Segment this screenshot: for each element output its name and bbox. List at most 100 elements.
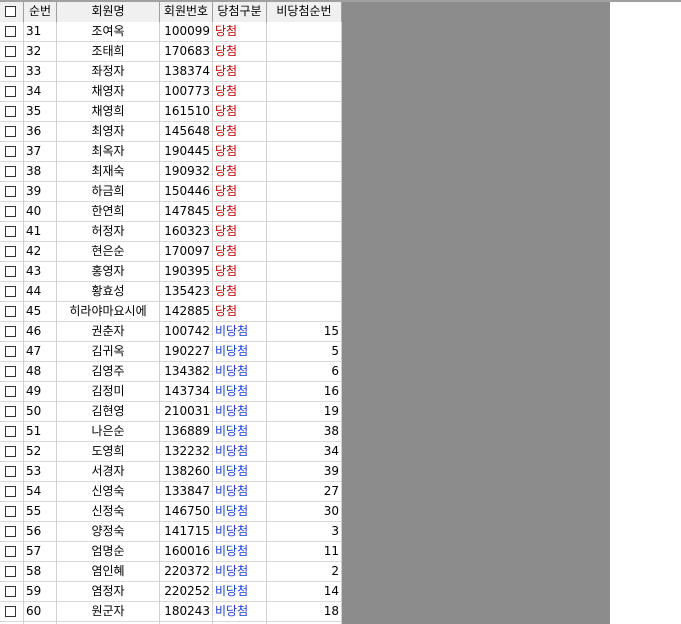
row-checkbox[interactable] (5, 26, 16, 37)
table-row[interactable]: 38 최재숙 190932 당첨 (0, 162, 342, 182)
row-select-cell[interactable] (0, 442, 24, 462)
table-row[interactable]: 51 나은순 136889 비당첨 38 (0, 422, 342, 442)
row-select-cell[interactable] (0, 82, 24, 102)
table-row[interactable]: 41 허정자 160323 당첨 (0, 222, 342, 242)
row-select-cell[interactable] (0, 362, 24, 382)
member-lottery-grid[interactable]: 순번 회원명 회원번호 당첨구분 비당첨순번 31 조여옥 100099 당첨 32 조태… (0, 2, 342, 624)
row-checkbox[interactable] (5, 606, 16, 617)
row-select-cell[interactable] (0, 22, 24, 42)
table-row[interactable]: 53 서경자 138260 비당첨 39 (0, 462, 342, 482)
table-row[interactable]: 36 최영자 145648 당첨 (0, 122, 342, 142)
row-checkbox[interactable] (5, 526, 16, 537)
table-row[interactable]: 49 김정미 143734 비당첨 16 (0, 382, 342, 402)
row-select-cell[interactable] (0, 122, 24, 142)
table-row[interactable]: 50 김현영 210031 비당첨 19 (0, 402, 342, 422)
row-checkbox[interactable] (5, 366, 16, 377)
row-checkbox[interactable] (5, 586, 16, 597)
row-select-cell[interactable] (0, 422, 24, 442)
row-select-cell[interactable] (0, 482, 24, 502)
row-select-cell[interactable] (0, 302, 24, 322)
row-checkbox[interactable] (5, 506, 16, 517)
row-checkbox[interactable] (5, 466, 16, 477)
row-select-cell[interactable] (0, 342, 24, 362)
table-row[interactable]: 45 히라야마요시에 142885 당첨 (0, 302, 342, 322)
table-row[interactable]: 34 채영자 100773 당첨 (0, 82, 342, 102)
row-select-cell[interactable] (0, 202, 24, 222)
row-select-cell[interactable] (0, 162, 24, 182)
table-row[interactable]: 55 신정숙 146750 비당첨 30 (0, 502, 342, 522)
row-checkbox[interactable] (5, 566, 16, 577)
row-select-cell[interactable] (0, 402, 24, 422)
row-checkbox[interactable] (5, 426, 16, 437)
row-checkbox[interactable] (5, 266, 16, 277)
row-checkbox[interactable] (5, 406, 16, 417)
row-checkbox[interactable] (5, 106, 16, 117)
row-select-cell[interactable] (0, 522, 24, 542)
row-checkbox[interactable] (5, 186, 16, 197)
table-row[interactable]: 42 현은순 170097 당첨 (0, 242, 342, 262)
table-row[interactable]: 60 원군자 180243 비당첨 18 (0, 602, 342, 622)
table-row[interactable]: 33 좌정자 138374 당첨 (0, 62, 342, 82)
row-checkbox[interactable] (5, 306, 16, 317)
result-cell: 당첨 (213, 262, 267, 282)
table-row[interactable]: 39 하금희 150446 당첨 (0, 182, 342, 202)
row-select-cell[interactable] (0, 182, 24, 202)
table-row[interactable]: 43 홍영자 190395 당첨 (0, 262, 342, 282)
row-checkbox[interactable] (5, 386, 16, 397)
row-checkbox[interactable] (5, 66, 16, 77)
row-checkbox[interactable] (5, 326, 16, 337)
row-select-cell[interactable] (0, 62, 24, 82)
row-checkbox[interactable] (5, 486, 16, 497)
table-row[interactable]: 46 권춘자 100742 비당첨 15 (0, 322, 342, 342)
row-select-cell[interactable] (0, 282, 24, 302)
row-select-cell[interactable] (0, 322, 24, 342)
table-row[interactable]: 32 조태희 170683 당첨 (0, 42, 342, 62)
table-row[interactable]: 54 신영숙 133847 비당첨 27 (0, 482, 342, 502)
row-select-cell[interactable] (0, 382, 24, 402)
row-checkbox[interactable] (5, 546, 16, 557)
row-select-cell[interactable] (0, 242, 24, 262)
row-select-cell[interactable] (0, 42, 24, 62)
row-select-cell[interactable] (0, 262, 24, 282)
table-row[interactable]: 37 최옥자 190445 당첨 (0, 142, 342, 162)
row-select-cell[interactable] (0, 602, 24, 622)
seq-cell: 33 (24, 62, 57, 82)
row-select-cell[interactable] (0, 462, 24, 482)
row-select-cell[interactable] (0, 502, 24, 522)
row-select-cell[interactable] (0, 562, 24, 582)
select-all-checkbox[interactable] (5, 6, 16, 17)
table-row[interactable]: 35 채영희 161510 당첨 (0, 102, 342, 122)
header-member-no[interactable]: 회원번호 (160, 2, 213, 22)
table-row[interactable]: 57 엄명순 160016 비당첨 11 (0, 542, 342, 562)
row-checkbox[interactable] (5, 86, 16, 97)
header-result-type[interactable]: 당첨구분 (213, 2, 267, 22)
row-select-cell[interactable] (0, 102, 24, 122)
row-checkbox[interactable] (5, 246, 16, 257)
row-select-cell[interactable] (0, 582, 24, 602)
row-checkbox[interactable] (5, 206, 16, 217)
row-select-cell[interactable] (0, 542, 24, 562)
row-checkbox[interactable] (5, 46, 16, 57)
row-checkbox[interactable] (5, 226, 16, 237)
row-checkbox[interactable] (5, 166, 16, 177)
table-row[interactable]: 44 황효성 135423 당첨 (0, 282, 342, 302)
table-row[interactable]: 48 김영주 134382 비당첨 6 (0, 362, 342, 382)
table-row[interactable]: 52 도영희 132232 비당첨 34 (0, 442, 342, 462)
table-row[interactable]: 47 김귀옥 190227 비당첨 5 (0, 342, 342, 362)
row-checkbox[interactable] (5, 286, 16, 297)
table-row[interactable]: 31 조여옥 100099 당첨 (0, 22, 342, 42)
row-select-cell[interactable] (0, 142, 24, 162)
row-select-cell[interactable] (0, 222, 24, 242)
header-seq[interactable]: 순번 (24, 2, 57, 22)
header-nonwin-seq[interactable]: 비당첨순번 (267, 2, 342, 22)
row-checkbox[interactable] (5, 126, 16, 137)
row-checkbox[interactable] (5, 446, 16, 457)
table-row[interactable]: 40 한연희 147845 당첨 (0, 202, 342, 222)
row-checkbox[interactable] (5, 346, 16, 357)
header-name[interactable]: 회원명 (57, 2, 160, 22)
table-row[interactable]: 59 염정자 220252 비당첨 14 (0, 582, 342, 602)
table-row[interactable]: 56 양정숙 141715 비당첨 3 (0, 522, 342, 542)
row-checkbox[interactable] (5, 146, 16, 157)
header-select-all[interactable] (0, 2, 24, 22)
table-row[interactable]: 58 염인혜 220372 비당첨 2 (0, 562, 342, 582)
